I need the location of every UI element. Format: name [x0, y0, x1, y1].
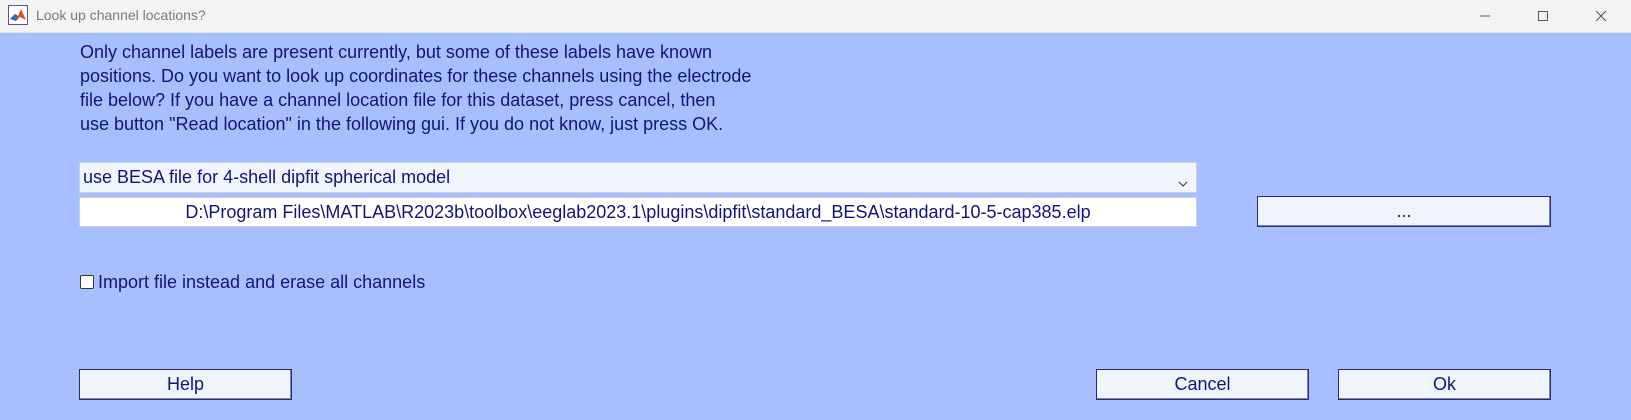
ok-button[interactable]: Ok	[1338, 369, 1551, 400]
close-icon	[1595, 10, 1607, 22]
import-checkbox[interactable]	[80, 275, 94, 289]
chevron-down-icon	[1178, 174, 1188, 192]
matlab-icon	[8, 5, 28, 25]
model-select[interactable]: use BESA file for 4-shell dipfit spheric…	[79, 162, 1197, 193]
window-title: Look up channel locations?	[36, 7, 206, 23]
message-line: file below? If you have a channel locati…	[80, 90, 716, 110]
import-checkbox-label[interactable]: Import file instead and erase all channe…	[98, 272, 425, 293]
browse-button[interactable]: ...	[1257, 196, 1551, 227]
model-select-value: use BESA file for 4-shell dipfit spheric…	[83, 167, 451, 187]
cancel-button[interactable]: Cancel	[1096, 369, 1309, 400]
minimize-button[interactable]	[1457, 0, 1513, 32]
help-button[interactable]: Help	[79, 369, 292, 400]
minimize-icon	[1479, 10, 1491, 22]
maximize-button[interactable]	[1515, 0, 1571, 32]
message-line: use button "Read location" in the follow…	[80, 114, 724, 134]
close-button[interactable]	[1573, 0, 1629, 32]
dialog-window: Look up channel locations? Only channel …	[0, 0, 1631, 420]
file-path-field[interactable]: D:\Program Files\MATLAB\R2023b\toolbox\e…	[79, 197, 1197, 227]
title-bar[interactable]: Look up channel locations?	[0, 0, 1631, 33]
maximize-icon	[1537, 10, 1549, 22]
message-line: positions. Do you want to look up coordi…	[80, 66, 752, 86]
info-message: Only channel labels are present currentl…	[80, 40, 840, 136]
import-checkbox-row[interactable]: Import file instead and erase all channe…	[80, 271, 425, 293]
message-line: Only channel labels are present currentl…	[80, 42, 713, 62]
